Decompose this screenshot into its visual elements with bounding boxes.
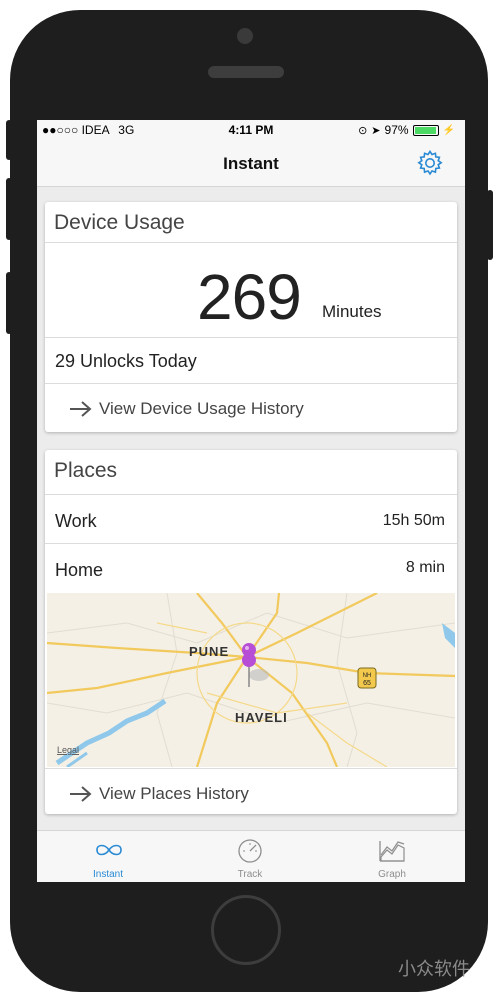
speedometer-icon [238,839,262,863]
highway-shield-icon: NH 65 [357,667,377,689]
device-usage-title: Device Usage [54,211,185,234]
place-row-work[interactable]: Work 15h 50m [45,495,457,543]
tab-label: Track [237,869,263,880]
view-places-history-label: View Places History [99,784,249,803]
navigation-bar: Instant [37,140,465,187]
graph-chart-icon [379,841,405,862]
place-duration: 15h 50m [382,512,445,529]
view-device-usage-history-link[interactable]: View Device Usage History [69,399,304,419]
divider [45,383,457,384]
view-places-history-link[interactable]: View Places History [69,784,249,804]
watermark: 小众软件 [398,959,470,980]
divider [45,337,457,338]
usage-minutes-value: 269 [197,261,302,333]
home-button[interactable] [211,895,281,965]
unlocks-today-label: 29 Unlocks Today [55,351,197,371]
usage-minutes-unit: Minutes [322,302,382,321]
volume-up-button [6,178,12,240]
map-canvas: NH 65 PUNE HAVELI Legal [47,593,455,767]
arrow-right-icon [70,786,92,802]
earpiece-speaker [208,66,284,78]
place-row-home[interactable]: Home 8 min [45,544,457,592]
places-map[interactable]: NH 65 PUNE HAVELI Legal [47,593,455,767]
divider [45,242,457,243]
place-name: Work [55,511,97,531]
battery-percent: 97% [384,123,409,137]
settings-gear-icon[interactable] [415,148,445,178]
device-usage-card: Device Usage 269 Minutes 29 Unlocks Toda… [45,202,457,432]
app-screen: ●●○○○ IDEA 3G 4:11 PM ⊙ ➤ 97% ⚡ Instant … [37,120,465,882]
tab-graph[interactable]: Graph [342,831,442,882]
front-camera [237,28,253,44]
arrow-right-icon [70,401,92,417]
tab-bar: Instant Track Graph [37,830,465,882]
status-bar: ●●○○○ IDEA 3G 4:11 PM ⊙ ➤ 97% ⚡ [37,120,465,140]
rotation-lock-icon: ⊙ [358,124,368,137]
infinity-icon [96,844,122,856]
svg-text:65: 65 [363,680,371,687]
tab-label: Instant [92,869,124,880]
tab-instant[interactable]: Instant [58,831,158,882]
places-title: Places [54,459,118,482]
battery-icon [412,124,439,136]
page-title: Instant [223,154,279,173]
place-duration: 8 min [405,559,445,576]
power-button [487,190,493,260]
place-name: Home [55,560,104,580]
location-arrow-icon: ➤ [371,124,381,137]
tab-label: Graph [378,869,406,880]
volume-down-button [6,272,12,334]
map-legal-link: Legal [57,745,79,755]
divider [45,768,457,769]
map-city-label: PUNE [189,644,229,659]
places-card: Places Work 15h 50m Home 8 min NH 65 PUN… [45,450,457,814]
charging-icon: ⚡ [442,124,455,136]
tab-track[interactable]: Track [200,831,300,882]
mute-switch [6,120,12,160]
svg-text:NH: NH [363,673,372,679]
map-district-label: HAVELI [235,710,288,725]
view-device-usage-history-label: View Device Usage History [99,399,304,418]
